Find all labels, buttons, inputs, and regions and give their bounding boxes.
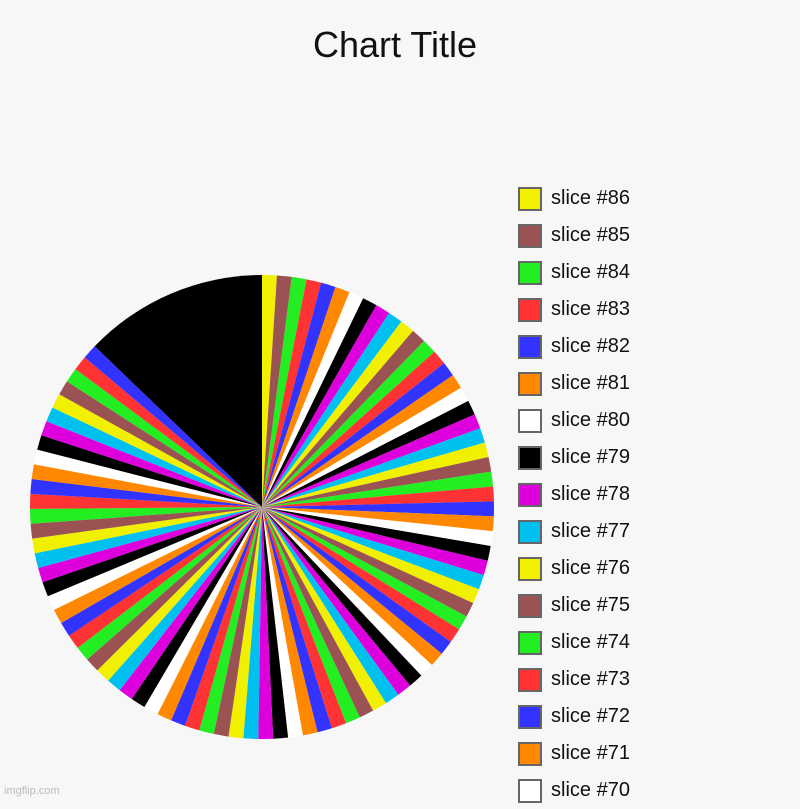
legend-item: slice #85: [518, 217, 630, 254]
legend-swatch: [518, 445, 542, 470]
legend-label: slice #74: [551, 631, 630, 653]
pie-chart: [30, 275, 494, 740]
legend-item: slice #79: [518, 439, 630, 476]
legend-label: slice #70: [551, 779, 630, 801]
legend-swatch: [518, 260, 542, 285]
legend-label: slice #72: [551, 705, 630, 727]
legend-item: slice #70: [518, 772, 630, 809]
legend-swatch: [518, 223, 542, 248]
legend-label: slice #76: [551, 557, 630, 579]
legend-label: slice #84: [551, 261, 630, 283]
legend-label: slice #75: [551, 594, 630, 616]
legend-swatch: [518, 667, 542, 692]
legend-swatch: [518, 741, 542, 766]
legend-label: slice #81: [551, 372, 630, 394]
legend-item: slice #75: [518, 587, 630, 624]
watermark: imgflip.com: [4, 785, 60, 797]
legend-item: slice #77: [518, 513, 630, 550]
legend-item: slice #83: [518, 291, 630, 328]
legend-label: slice #83: [551, 298, 630, 320]
legend-item: slice #78: [518, 476, 630, 513]
legend-swatch: [518, 482, 542, 507]
legend-label: slice #73: [551, 668, 630, 690]
legend-swatch: [518, 297, 542, 322]
legend-item: slice #71: [518, 735, 630, 772]
legend-label: slice #80: [551, 409, 630, 431]
legend-item: slice #86: [518, 180, 630, 217]
legend-label: slice #78: [551, 483, 630, 505]
legend-swatch: [518, 630, 542, 655]
legend-swatch: [518, 186, 542, 211]
legend-swatch: [518, 371, 542, 396]
legend-label: slice #85: [551, 224, 630, 246]
legend-swatch: [518, 408, 542, 433]
legend-item: slice #81: [518, 365, 630, 402]
legend-item: slice #74: [518, 624, 630, 661]
legend-label: slice #77: [551, 520, 630, 542]
legend-item: slice #80: [518, 402, 630, 439]
legend-label: slice #82: [551, 335, 630, 357]
legend-swatch: [518, 334, 542, 359]
legend-item: slice #72: [518, 698, 630, 735]
legend-label: slice #79: [551, 446, 630, 468]
legend-swatch: [518, 778, 542, 803]
legend-swatch: [518, 593, 542, 618]
legend-swatch: [518, 704, 542, 729]
legend-label: slice #86: [551, 187, 630, 209]
legend-item: slice #84: [518, 254, 630, 291]
legend-label: slice #71: [551, 742, 630, 764]
legend: slice #86 slice #85 slice #84 slice #83 slic…: [518, 180, 630, 809]
legend-item: slice #73: [518, 661, 630, 698]
legend-swatch: [518, 519, 542, 544]
legend-item: slice #76: [518, 550, 630, 587]
legend-item: slice #82: [518, 328, 630, 365]
legend-swatch: [518, 556, 542, 581]
